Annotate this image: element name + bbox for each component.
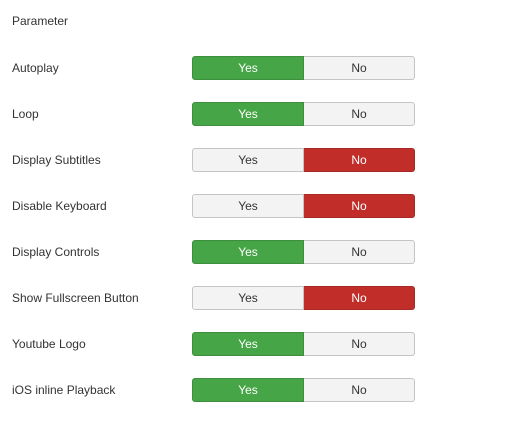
yes-option[interactable]: Yes <box>192 332 304 356</box>
setting-label: Loop <box>12 107 39 121</box>
no-option[interactable]: No <box>304 378 415 402</box>
yes-option[interactable]: Yes <box>192 194 304 218</box>
yes-no-toggle: Yes No <box>192 332 415 356</box>
yes-option[interactable]: Yes <box>192 148 304 172</box>
setting-row-youtube-logo: Youtube Logo Yes No <box>0 332 511 356</box>
setting-row-ios-inline-playback: iOS inline Playback Yes No <box>0 378 511 402</box>
no-option[interactable]: No <box>304 332 415 356</box>
setting-row-disable-keyboard: Disable Keyboard Yes No <box>0 194 511 218</box>
setting-row-show-fullscreen-button: Show Fullscreen Button Yes No <box>0 286 511 310</box>
yes-no-toggle: Yes No <box>192 240 415 264</box>
setting-label: Show Fullscreen Button <box>12 291 139 305</box>
yes-no-toggle: Yes No <box>192 56 415 80</box>
setting-label: Display Controls <box>12 245 100 259</box>
yes-no-toggle: Yes No <box>192 286 415 310</box>
setting-row-autoplay: Autoplay Yes No <box>0 56 511 80</box>
yes-option[interactable]: Yes <box>192 102 304 126</box>
yes-option[interactable]: Yes <box>192 286 304 310</box>
no-option[interactable]: No <box>304 56 415 80</box>
no-option[interactable]: No <box>304 148 415 172</box>
yes-no-toggle: Yes No <box>192 378 415 402</box>
yes-no-toggle: Yes No <box>192 102 415 126</box>
no-option[interactable]: No <box>304 240 415 264</box>
no-option[interactable]: No <box>304 286 415 310</box>
setting-label: iOS inline Playback <box>12 383 116 397</box>
setting-label: Youtube Logo <box>12 337 86 351</box>
setting-label: Disable Keyboard <box>12 199 107 213</box>
yes-option[interactable]: Yes <box>192 378 304 402</box>
setting-row-display-controls: Display Controls Yes No <box>0 240 511 264</box>
yes-no-toggle: Yes No <box>192 148 415 172</box>
no-option[interactable]: No <box>304 194 415 218</box>
no-option[interactable]: No <box>304 102 415 126</box>
setting-row-loop: Loop Yes No <box>0 102 511 126</box>
yes-option[interactable]: Yes <box>192 240 304 264</box>
section-title: Parameter <box>12 14 69 28</box>
yes-no-toggle: Yes No <box>192 194 415 218</box>
setting-label: Autoplay <box>12 61 59 75</box>
setting-row-display-subtitles: Display Subtitles Yes No <box>0 148 511 172</box>
yes-option[interactable]: Yes <box>192 56 304 80</box>
setting-label: Display Subtitles <box>12 153 101 167</box>
